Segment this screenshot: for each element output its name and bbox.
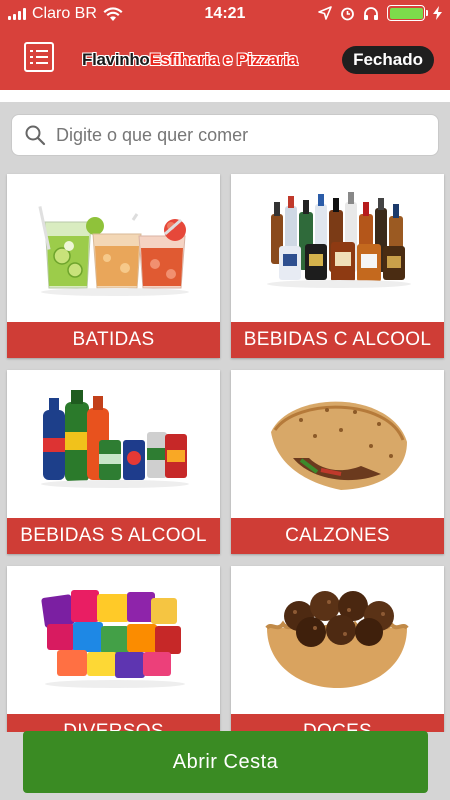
search-bar[interactable]	[11, 114, 439, 156]
alarm-icon	[341, 7, 354, 20]
category-label: DOCES	[231, 714, 444, 732]
headphones-icon	[364, 6, 378, 20]
list-menu-icon[interactable]	[24, 42, 54, 72]
location-icon	[318, 6, 332, 20]
sweets-image	[265, 591, 409, 688]
category-card-bebidas-c-alcool[interactable]: BEBIDAS C ALCOOL	[231, 174, 444, 358]
header-divider	[0, 90, 450, 102]
category-card-doces[interactable]: DOCES	[231, 566, 444, 732]
status-right	[318, 5, 442, 21]
header: FlavinhoEsfiharia e Pizzaria Fechado	[0, 28, 450, 90]
category-label: BEBIDAS C ALCOOL	[231, 322, 444, 358]
search-input[interactable]	[56, 124, 416, 146]
charging-icon	[433, 6, 442, 20]
alcoholic-drinks-image	[267, 192, 411, 288]
category-card-bebidas-s-alcool[interactable]: BEBIDAS S ALCOOL	[7, 370, 220, 554]
title-subtitle: Esfiharia e Pizzaria	[149, 50, 298, 69]
category-label: BATIDAS	[7, 322, 220, 358]
page-title: FlavinhoEsfiharia e Pizzaria	[82, 50, 298, 70]
batidas-image	[38, 206, 189, 296]
title-brand: Flavinho	[82, 50, 150, 69]
snacks-image	[41, 590, 185, 688]
category-card-diversos[interactable]: DIVERSOS	[7, 566, 220, 732]
store-status-badge: Fechado	[342, 46, 434, 74]
category-label: BEBIDAS S ALCOOL	[7, 518, 220, 554]
category-label: DIVERSOS	[7, 714, 220, 732]
battery-icon	[387, 5, 428, 21]
search-icon	[25, 125, 46, 146]
category-card-batidas[interactable]: BATIDAS	[7, 174, 220, 358]
category-label: CALZONES	[231, 518, 444, 554]
category-card-calzones[interactable]: CALZONES	[231, 370, 444, 554]
category-grid: BATIDAS BEBIDAS C ALCOOL BEBIDAS S ALCOO…	[0, 172, 450, 732]
status-bar: Claro BR 14:21	[0, 0, 450, 28]
open-cart-button[interactable]: Abrir Cesta	[23, 731, 428, 793]
soft-drinks-image	[41, 390, 189, 488]
calzone-image	[271, 401, 407, 490]
